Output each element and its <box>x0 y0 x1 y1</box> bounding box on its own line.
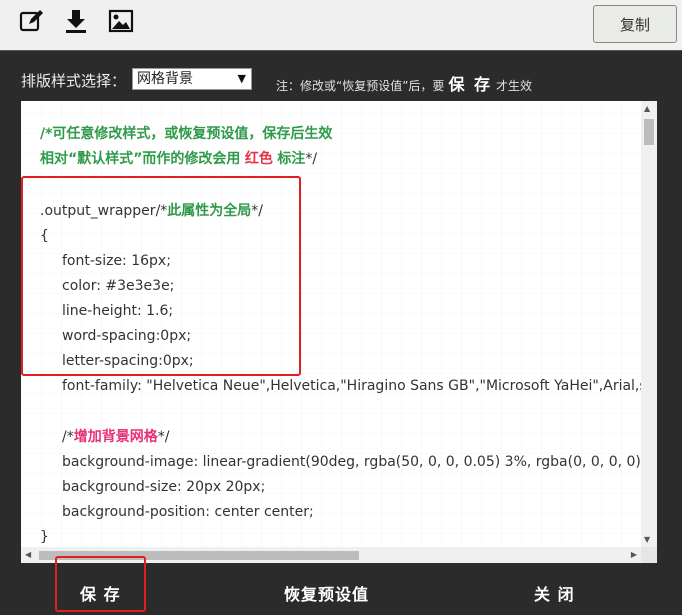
css-editor[interactable]: /*可任意修改样式，或恢复预设值，保存后生效 相对“默认样式”而作的修改会用 红… <box>21 101 657 563</box>
scroll-left-icon[interactable]: ◀ <box>25 550 31 559</box>
copy-button[interactable]: 复制 <box>593 5 677 43</box>
code-line-font-size: font-size: 16px; <box>62 253 171 269</box>
code-line-brace-close: } <box>40 529 49 545</box>
code-line-bg-comment: /*增加背景网格*/ <box>62 428 169 446</box>
scroll-right-icon[interactable]: ▶ <box>631 550 637 559</box>
code-line-brace-open: { <box>40 228 49 244</box>
code-line-bg-position: background-position: center center; <box>62 504 314 520</box>
comment-text-end: 标注 <box>277 151 306 167</box>
image-icon[interactable] <box>108 8 134 34</box>
scrollbar-corner <box>641 547 657 563</box>
horizontal-scroll-thumb[interactable] <box>39 551 359 560</box>
note-suffix: 才生效 <box>496 79 533 93</box>
code-line-line-height: line-height: 1.6; <box>62 303 174 319</box>
style-select-value: 网格背景 <box>137 71 193 87</box>
save-note: 注：修改或“恢复预设值”后，要保 存才生效 <box>276 71 532 95</box>
style-selection-row: 排版样式选择： 网格背景 ▼ 注：修改或“恢复预设值”后，要保 存才生效 <box>0 51 682 101</box>
code-line-bg-size: background-size: 20px 20px; <box>62 479 266 495</box>
red-word: 红色 <box>244 151 273 167</box>
comment-close: */ <box>157 429 170 445</box>
code-line-selector: .output_wrapper/*此属性为全局*/ <box>40 202 263 220</box>
code-line-color: color: #3e3e3e; <box>62 278 175 294</box>
note-prefix: 注：修改或“恢复预设值”后，要 <box>276 79 445 93</box>
bg-comment-text: 增加背景网格 <box>73 429 158 445</box>
dropdown-arrow-icon: ▼ <box>237 72 246 85</box>
code-area[interactable]: /*可任意修改样式，或恢复预设值，保存后生效 相对“默认样式”而作的修改会用 红… <box>21 101 641 547</box>
comment-close: */ <box>251 203 263 219</box>
style-select-label: 排版样式选择： <box>21 72 127 90</box>
selector: .output_wrapper <box>40 203 156 219</box>
scroll-down-icon[interactable]: ▼ <box>644 535 650 544</box>
code-line-word-spacing: word-spacing:0px; <box>62 328 192 344</box>
top-toolbar: 复制 <box>0 0 682 51</box>
comment-open: /* <box>155 203 168 219</box>
scroll-up-icon[interactable]: ▲ <box>644 104 650 113</box>
download-icon[interactable] <box>63 8 89 34</box>
comment-close: */ <box>305 151 318 167</box>
footer-actions: 保 存 恢复预设值 关 闭 <box>0 563 682 615</box>
edit-icon[interactable] <box>19 8 45 34</box>
code-line-font-family: font-family: "Helvetica Neue",Helvetica,… <box>62 378 641 394</box>
horizontal-scrollbar[interactable]: ◀ ▶ <box>21 547 641 563</box>
save-button[interactable]: 保 存 <box>80 581 121 605</box>
comment-open: /* <box>62 429 74 445</box>
vertical-scroll-thumb[interactable] <box>644 119 654 145</box>
code-line-letter-spacing: letter-spacing:0px; <box>62 353 194 369</box>
vertical-scrollbar[interactable]: ▲ ▼ <box>641 101 657 547</box>
code-line-comment-1: /*可任意修改样式，或恢复预设值，保存后生效 <box>40 126 333 142</box>
code-line-comment-2: 相对“默认样式”而作的修改会用 红色 标注*/ <box>40 150 317 168</box>
restore-defaults-button[interactable]: 恢复预设值 <box>284 581 369 605</box>
close-button[interactable]: 关 闭 <box>534 581 575 605</box>
note-bold: 保 存 <box>448 75 493 94</box>
code-line-bg-image: background-image: linear-gradient(90deg,… <box>62 454 641 470</box>
selector-comment: 此属性为全局 <box>167 203 252 219</box>
style-select[interactable]: 网格背景 ▼ <box>132 68 252 90</box>
comment-text: 相对“默认样式”而作的修改会用 <box>40 151 241 167</box>
